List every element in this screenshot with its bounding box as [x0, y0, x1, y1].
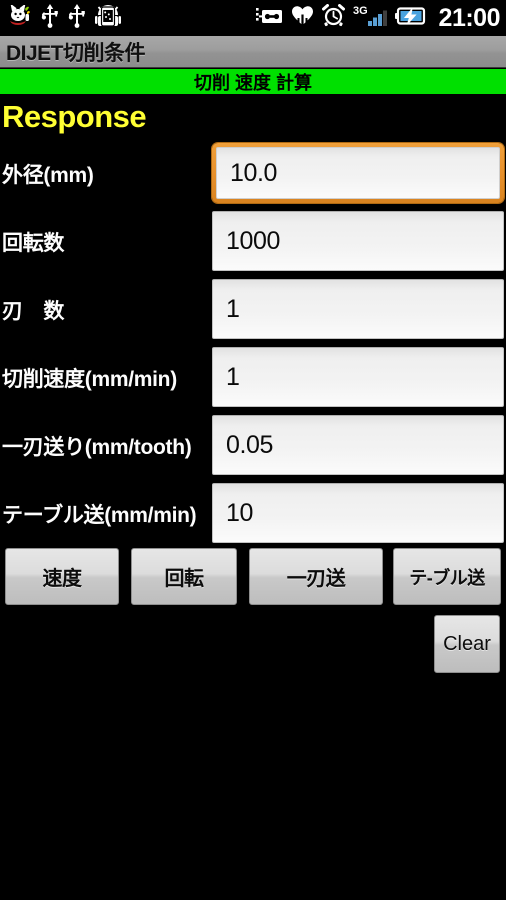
calc-speed-button[interactable]: 速度 [5, 548, 119, 605]
calc-rotation-button[interactable]: 回転 [131, 548, 237, 605]
label-spindle-speed: 回転数 [2, 232, 65, 255]
form-row-spindle-speed: 回転数 1000 [0, 208, 506, 276]
status-bar-clock: 21:00 [438, 3, 501, 32]
form-row-flute-count: 刃 数 1 [0, 276, 506, 344]
alarm-clock-icon [321, 4, 345, 32]
status-bar-left-icons [8, 3, 121, 33]
label-feed-per-tooth: 一刃送り(mm/tooth) [2, 436, 192, 459]
field-wrap-table-feed[interactable]: 10 [212, 483, 504, 543]
input-table-feed[interactable]: 10 [212, 483, 504, 543]
svg-text:3G: 3G [353, 5, 368, 17]
app-title: DIJET切削条件 [6, 41, 146, 65]
field-wrap-cutting-speed[interactable]: 1 [212, 347, 504, 407]
section-banner: 切削 速度 計算 [0, 69, 506, 94]
notification-tag-icon [255, 6, 283, 31]
calculate-button-row: 速度 回転 一刃送 テ-ブル送 [0, 548, 506, 605]
app-screen: 3G 21:00 DIJET切削条件 切削 速度 計算 Response 外径(… [0, 0, 506, 900]
input-cutting-speed[interactable]: 1 [212, 347, 504, 407]
usb-icon [68, 3, 86, 33]
input-feed-per-tooth[interactable]: 0.05 [212, 415, 504, 475]
usb-icon [41, 3, 59, 33]
status-bar: 3G 21:00 [0, 0, 506, 36]
form-row-cutting-speed: 切削速度(mm/min) 1 [0, 344, 506, 412]
android-debug-icon [95, 4, 121, 33]
heart-icon [291, 5, 314, 32]
form-row-table-feed: テーブル送(mm/min) 10 [0, 480, 506, 548]
form-row-outer-diameter: 外径(mm) 10.0 [0, 140, 506, 208]
calc-table-feed-button[interactable]: テ-ブル送 [393, 548, 501, 605]
cat-mascot-icon [8, 3, 32, 32]
label-table-feed: テーブル送(mm/min) [2, 504, 197, 527]
label-flute-count: 刃 数 [2, 300, 65, 323]
field-wrap-feed-per-tooth[interactable]: 0.05 [212, 415, 504, 475]
label-outer-diameter: 外径(mm) [2, 164, 94, 187]
input-form: 外径(mm) 10.0 回転数 1000 刃 数 1 切削速度(mm/min) … [0, 140, 506, 548]
battery-charging-icon [394, 6, 427, 31]
input-flute-count[interactable]: 1 [212, 279, 504, 339]
form-row-feed-per-tooth: 一刃送り(mm/tooth) 0.05 [0, 412, 506, 480]
calc-feed-per-tooth-button[interactable]: 一刃送 [249, 548, 383, 605]
field-wrap-flute-count[interactable]: 1 [212, 279, 504, 339]
clear-button[interactable]: Clear [434, 615, 500, 673]
field-wrap-spindle-speed[interactable]: 1000 [212, 211, 504, 271]
signal-3g-icon: 3G [353, 4, 387, 32]
section-banner-label: 切削 速度 計算 [193, 72, 312, 93]
response-heading: Response [2, 99, 147, 134]
app-title-bar: DIJET切削条件 [0, 36, 506, 68]
label-cutting-speed: 切削速度(mm/min) [2, 368, 177, 391]
field-wrap-outer-diameter[interactable]: 10.0 [212, 143, 504, 203]
status-bar-right-icons: 3G 21:00 [255, 3, 501, 32]
input-outer-diameter[interactable]: 10.0 [216, 147, 500, 199]
input-spindle-speed[interactable]: 1000 [212, 211, 504, 271]
